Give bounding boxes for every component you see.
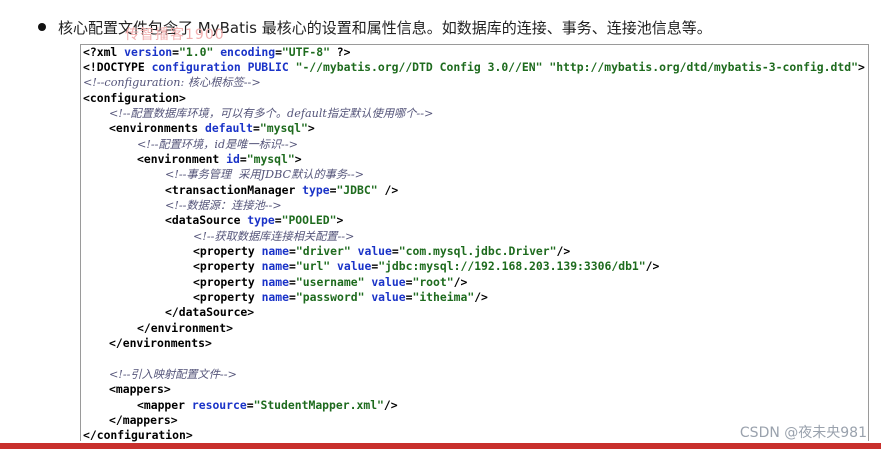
xml-tag-line: </configuration> bbox=[83, 428, 193, 442]
code-comment: <!--事务管理 采用JDBC默认的事务--> bbox=[165, 168, 364, 181]
code-comment: <!--获取数据库连接相关配置--> bbox=[193, 230, 355, 243]
xml-tag-line: </environments> bbox=[109, 336, 212, 350]
xml-tag-line: <environments default="mysql"> bbox=[109, 121, 315, 135]
xml-tag-line: <mapper resource="StudentMapper.xml"/> bbox=[137, 398, 398, 412]
xml-tag-line: </mappers> bbox=[109, 413, 178, 427]
xml-declaration-line: <?xml version="1.0" encoding="UTF-8" ?> bbox=[83, 45, 351, 59]
code-comment: <!--数据源：连接池--> bbox=[165, 199, 282, 212]
xml-tag-line: <configuration> bbox=[83, 91, 186, 105]
code-screenshot: <?xml version="1.0" encoding="UTF-8" ?> … bbox=[80, 44, 869, 442]
xml-tag-line: <mappers> bbox=[109, 382, 171, 396]
code-comment: <!--配置环境，id是唯一标识--> bbox=[137, 138, 298, 151]
xml-tag-line: </environment> bbox=[137, 321, 234, 335]
xml-property-line: <property name="password" value="itheima… bbox=[193, 290, 488, 304]
code-comment: <!--configuration: 核心根标签--> bbox=[83, 76, 261, 89]
xml-tag-line: <transactionManager type="JDBC" /> bbox=[165, 183, 399, 197]
bullet-point: 核心配置文件包含了 MyBatis 最核心的设置和属性信息。如数据库的连接、事务… bbox=[38, 13, 712, 41]
xml-tag-line: <environment id="mysql"> bbox=[137, 152, 302, 166]
code-comment: <!--引入映射配置文件--> bbox=[109, 368, 237, 381]
xml-property-line: <property name="username" value="root"/> bbox=[193, 275, 468, 289]
bullet-text: 核心配置文件包含了 MyBatis 最核心的设置和属性信息。如数据库的连接、事务… bbox=[58, 18, 712, 37]
csdn-credit: CSDN @夜未央981 bbox=[739, 425, 867, 441]
xml-property-line: <property name="driver" value="com.mysql… bbox=[193, 244, 571, 258]
bottom-red-bar bbox=[0, 443, 881, 449]
xml-tag-line: </dataSource> bbox=[165, 305, 255, 319]
doctype-line: <!DOCTYPE configuration PUBLIC "-//mybat… bbox=[83, 60, 865, 74]
xml-tag-line: <dataSource type="POOLED"> bbox=[165, 213, 344, 227]
bullet-dot-icon bbox=[38, 23, 46, 31]
code-comment: <!--配置数据库环境，可以有多个。default指定默认使用哪个--> bbox=[109, 107, 434, 120]
xml-property-line: <property name="url" value="jdbc:mysql:/… bbox=[193, 259, 660, 273]
